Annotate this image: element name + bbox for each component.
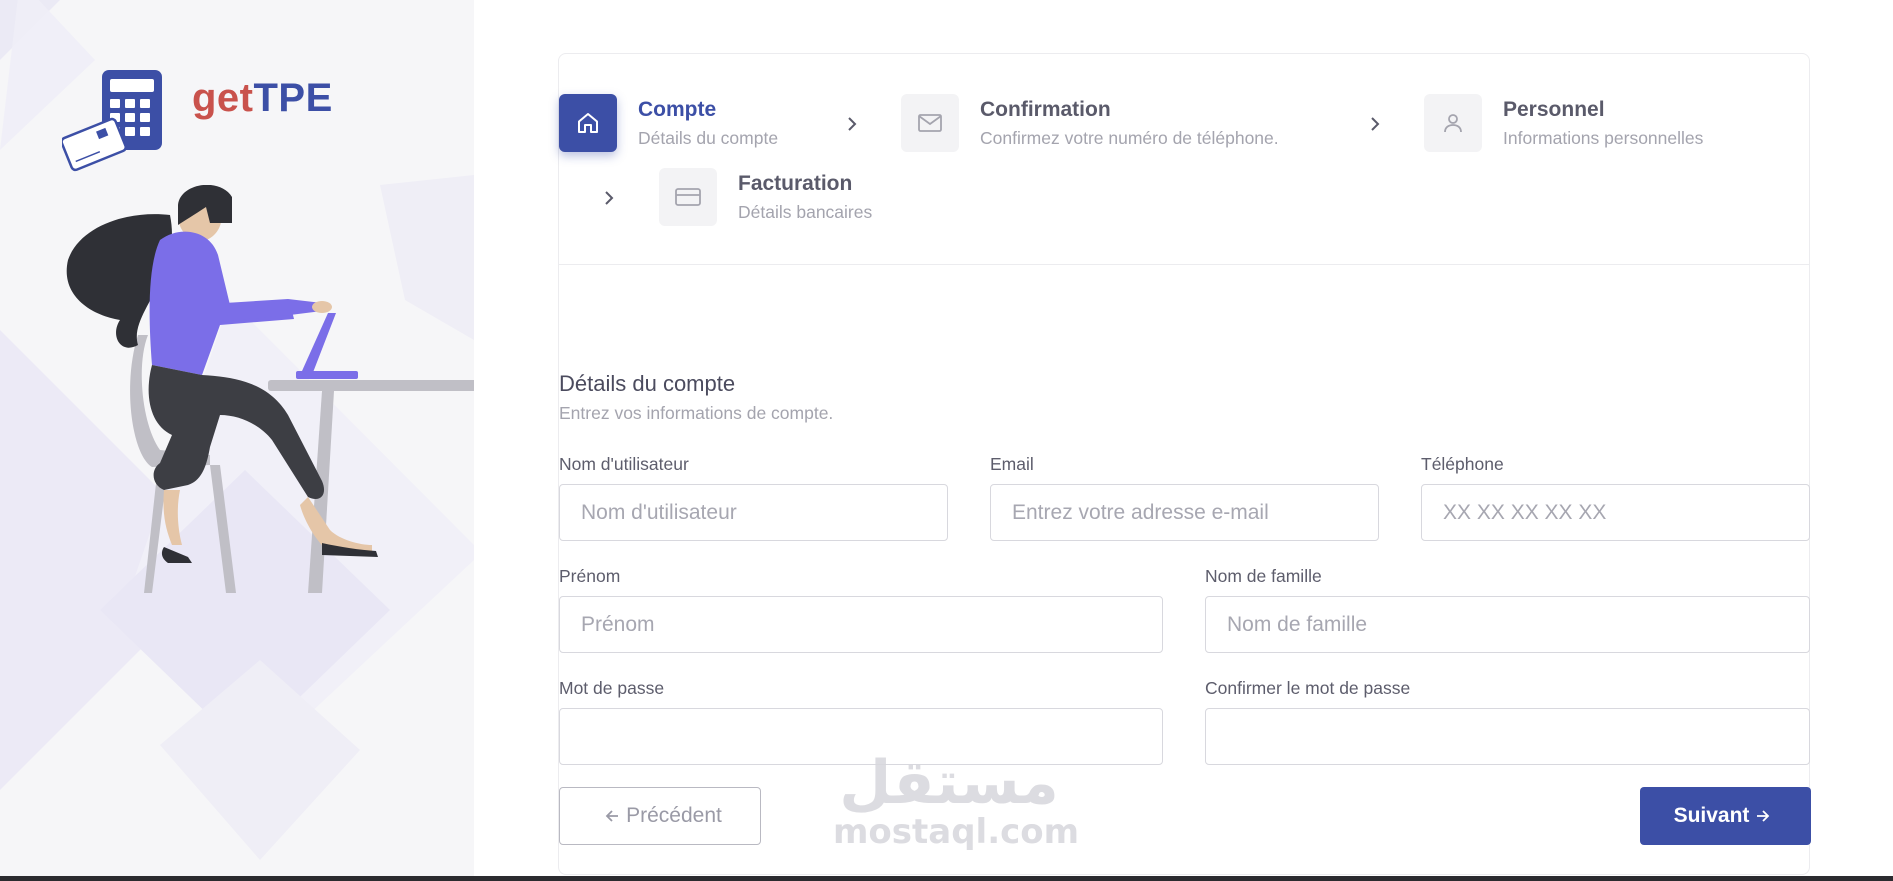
arrow-right-icon [1757,810,1770,822]
step-title: Personnel [1503,97,1605,121]
step-confirmation[interactable]: Confirmation Confirmez votre numéro de t… [901,94,1279,152]
confirm-password-input[interactable] [1205,708,1810,765]
illustration-panel: getTPE [0,0,474,881]
email-label: Email [990,454,1034,474]
step-title: Confirmation [980,97,1111,121]
first-name-input[interactable] [559,596,1163,653]
home-icon [559,94,617,152]
last-name-label: Nom de famille [1205,566,1322,586]
username-field: Nom d'utilisateur [559,454,948,541]
registration-card: Compte Détails du compte Confirmation Co… [558,53,1811,875]
stepper: Compte Détails du compte Confirmation Co… [559,54,1809,265]
user-icon [1424,94,1482,152]
phone-input[interactable] [1421,484,1810,541]
step-subtitle: Confirmez votre numéro de téléphone. [980,127,1279,148]
email-input[interactable] [990,484,1379,541]
first-name-field: Prénom [559,566,1163,653]
step-facturation[interactable]: Facturation Détails bancaires [659,168,872,226]
first-name-label: Prénom [559,566,621,586]
confirm-password-label: Confirmer le mot de passe [1205,678,1411,698]
username-input[interactable] [559,484,948,541]
previous-button[interactable]: Précédent [559,787,761,845]
logo: getTPE [62,68,332,172]
step-subtitle: Détails du compte [638,127,779,148]
password-input[interactable] [559,708,1163,765]
last-name-input[interactable] [1205,596,1810,653]
step-subtitle: Détails bancaires [738,201,873,222]
previous-button-label: Précédent [626,804,722,827]
step-personnel[interactable]: Personnel Informations personnelles [1424,94,1703,152]
chevron-right-icon [848,117,857,131]
username-label: Nom d'utilisateur [559,454,689,474]
email-field: Email [990,454,1379,541]
last-name-field: Nom de famille [1205,566,1810,653]
arrow-left-icon [605,810,619,822]
step-title: Compte [638,97,717,121]
calculator-card-icon [62,70,162,172]
bottom-bar [0,876,1893,881]
confirm-password-field: Confirmer le mot de passe [1205,678,1810,765]
step-compte[interactable]: Compte Détails du compte [559,94,778,152]
phone-label: Téléphone [1421,454,1504,474]
mail-icon [901,94,959,152]
step-title: Facturation [738,171,853,195]
credit-card-icon [659,168,717,226]
password-field: Mot de passe [559,678,1163,765]
phone-field: Téléphone [1421,454,1810,541]
next-button[interactable]: Suivant [1640,787,1811,845]
password-label: Mot de passe [559,678,665,698]
logo-text: getTPE [192,76,333,120]
woman-at-laptop-illustration [66,185,474,593]
chevron-right-icon [1371,117,1380,131]
form-title: Détails du compte [559,371,736,396]
form-subtitle: Entrez vos informations de compte. [559,403,834,423]
chevron-right-icon [605,191,614,205]
step-subtitle: Informations personnelles [1503,127,1704,148]
next-button-label: Suivant [1673,804,1750,827]
